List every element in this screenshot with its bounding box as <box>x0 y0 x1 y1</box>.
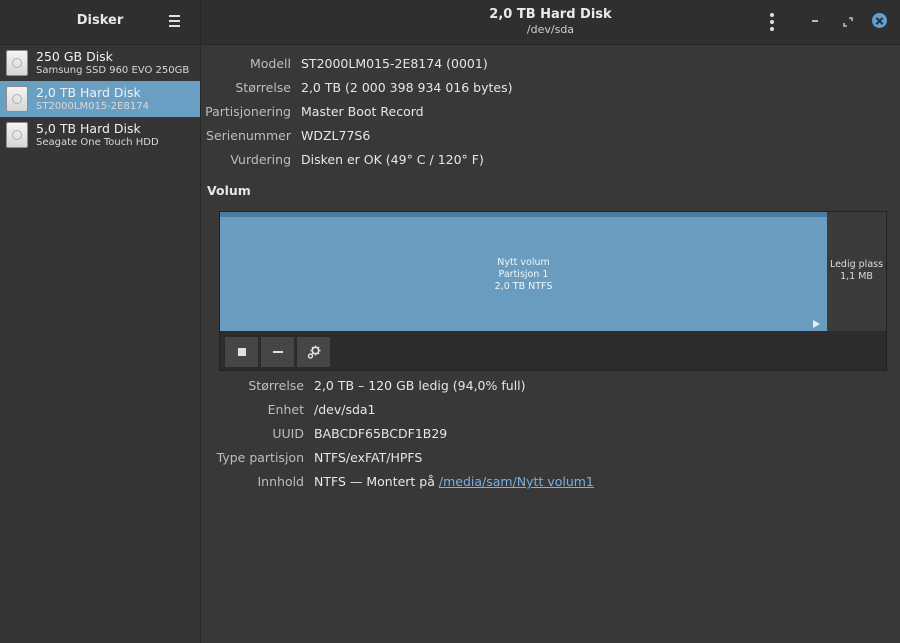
disk-item-subtitle: ST2000LM015-2E8174 <box>36 101 149 112</box>
device-label: Enhet <box>267 402 304 417</box>
serial-label: Serienummer <box>206 128 291 143</box>
sidebar-header: Disker <box>0 0 200 45</box>
mount-point-link[interactable]: /media/sam/Nytt volum1 <box>439 474 594 489</box>
sidebar: Disker 250 GB Disk Samsung SSD 960 EVO 2… <box>0 0 201 643</box>
minimize-button[interactable] <box>812 20 818 22</box>
partition-type-label: Type partisjon <box>216 450 304 465</box>
hard-disk-icon <box>6 122 28 148</box>
free-space-block[interactable]: Ledig plass 1,1 MB <box>827 212 886 331</box>
contents-label: Innhold <box>257 474 304 489</box>
contents-prefix: NTFS — Montert på <box>314 474 439 489</box>
model-value: ST2000LM015-2E8174 (0001) <box>301 56 488 71</box>
partition-number: Partisjon 1 <box>498 269 549 280</box>
volumes-heading: Volum <box>207 183 251 198</box>
partition-name: Nytt volum <box>497 257 550 268</box>
play-arrow-icon <box>813 320 820 328</box>
size-label: Størrelse <box>235 80 291 95</box>
disk-item-2tb[interactable]: 2,0 TB Hard Disk ST2000LM015-2E8174 <box>0 81 200 117</box>
uuid-label: UUID <box>272 426 304 441</box>
close-button[interactable] <box>872 13 887 28</box>
disk-item-name: 5,0 TB Hard Disk <box>36 121 141 136</box>
disk-item-name: 2,0 TB Hard Disk <box>36 85 141 100</box>
assessment-label: Vurdering <box>230 152 291 167</box>
delete-partition-button[interactable] <box>260 336 295 368</box>
assessment-value: Disken er OK (49° C / 120° F) <box>301 152 484 167</box>
device-value: /dev/sda1 <box>314 402 376 417</box>
window-title: 2,0 TB Hard Disk <box>489 7 612 22</box>
free-space-label: Ledig plass 1,1 MB <box>827 259 886 283</box>
partition-settings-button[interactable] <box>296 336 331 368</box>
free-space-title: Ledig plass <box>829 259 884 270</box>
uuid-value: BABCDF65BCDF1B29 <box>314 426 448 441</box>
minus-icon <box>272 351 283 353</box>
partitioning-value: Master Boot Record <box>301 104 424 119</box>
stop-icon <box>237 348 246 356</box>
partition-size-type: 2,0 TB NTFS <box>494 281 553 292</box>
volume-size-label: Størrelse <box>248 378 304 393</box>
disk-item-name: 250 GB Disk <box>36 49 113 64</box>
disk-item-250gb[interactable]: 250 GB Disk Samsung SSD 960 EVO 250GB <box>0 45 200 81</box>
hard-disk-icon <box>6 86 28 112</box>
disk-item-subtitle: Seagate One Touch HDD <box>36 137 159 148</box>
volume-toolbar <box>224 336 332 368</box>
partition-1-label: Nytt volum Partisjon 1 2,0 TB NTFS <box>220 257 827 293</box>
partitioning-label: Partisjonering <box>205 104 291 119</box>
kebab-menu-icon[interactable] <box>767 11 777 33</box>
serial-value: WDZL77S6 <box>301 128 371 143</box>
gears-icon <box>307 345 320 359</box>
volume-size-value: 2,0 TB – 120 GB ledig (94,0% full) <box>314 378 526 393</box>
window-subtitle: /dev/sda <box>526 23 575 36</box>
partition-type-value: NTFS/exFAT/HPFS <box>314 450 423 465</box>
unmount-button[interactable] <box>224 336 259 368</box>
disk-item-5tb[interactable]: 5,0 TB Hard Disk Seagate One Touch HDD <box>0 117 200 153</box>
header-bar: 2,0 TB Hard Disk /dev/sda <box>201 0 900 45</box>
ssd-disk-icon <box>6 50 28 76</box>
maximize-icon[interactable] <box>841 14 855 28</box>
disk-item-subtitle: Samsung SSD 960 EVO 250GB <box>36 65 190 76</box>
model-label: Modell <box>249 56 291 71</box>
volume-map: Nytt volum Partisjon 1 2,0 TB NTFS Ledig… <box>219 211 887 371</box>
contents-value: NTFS — Montert på /media/sam/Nytt volum1 <box>314 474 594 489</box>
size-value: 2,0 TB (2 000 398 934 016 bytes) <box>301 80 513 95</box>
free-space-size: 1,1 MB <box>840 271 873 282</box>
partition-1-block[interactable]: Nytt volum Partisjon 1 2,0 TB NTFS <box>220 212 827 331</box>
hamburger-menu-icon[interactable] <box>164 11 184 31</box>
